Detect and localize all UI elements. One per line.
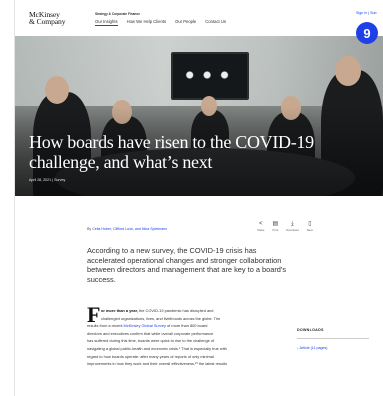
- share-button[interactable]: < Share: [257, 221, 264, 232]
- body-line-8: improvements in how they work and their …: [87, 361, 228, 367]
- article-date-type: April 28, 2021 | Survey: [29, 178, 66, 182]
- survey-link[interactable]: McKinsey Global Survey: [124, 323, 166, 328]
- download-article-link[interactable]: ↓ Article (11 pages): [297, 346, 369, 350]
- body-lead-in: or more than a year,: [101, 308, 138, 313]
- body-line-1-rest: the COVID-19 pandemic has disrupted and: [137, 308, 214, 313]
- nav-contact-us[interactable]: Contact Us: [205, 19, 226, 26]
- save-label: Save: [306, 228, 314, 232]
- logo[interactable]: McKinsey & Company: [29, 10, 66, 27]
- save-icon: ▯: [308, 221, 312, 227]
- hero-monitor: [171, 52, 249, 100]
- body-line-6: navigating a global public-health and ec…: [87, 345, 227, 351]
- print-label: Print: [272, 228, 279, 232]
- downloads-divider: [297, 338, 369, 339]
- article-title: How boards have risen to the COVID-19 ch…: [29, 132, 314, 172]
- body-line-5: has suffered during this time, boards we…: [87, 338, 215, 344]
- hero-head-far-right: [335, 56, 361, 86]
- nav-our-people[interactable]: Our People: [175, 19, 196, 26]
- nav-how-we-help-clients[interactable]: How We Help Clients: [127, 19, 167, 26]
- notification-badge[interactable]: 9: [356, 22, 378, 44]
- print-button[interactable]: ▤ Print: [272, 221, 278, 232]
- print-icon: ▤: [272, 221, 279, 227]
- body-line-3-pre: results from a recent: [87, 323, 124, 329]
- body-line-3-post: of more than 800 board: [165, 323, 208, 329]
- downloads-panel: DOWNLOADS ↓ Article (11 pages): [297, 328, 369, 350]
- body-line-7: regard to how boards operate: after many…: [87, 353, 214, 359]
- nav-eyebrow[interactable]: Strategy & Corporate Finance: [95, 12, 140, 16]
- hero-image: How boards have risen to the COVID-19 ch…: [15, 36, 383, 196]
- nav-our-insights[interactable]: Our Insights: [95, 19, 118, 26]
- download-button[interactable]: ⤓ Download: [286, 221, 298, 232]
- article-summary: According to a new survey, the COVID-19 …: [87, 246, 287, 284]
- byline: By Celia Huber, Clifford Lusk, and Nina …: [87, 227, 167, 231]
- share-icon: <: [258, 221, 263, 227]
- download-icon: ⤓: [291, 221, 294, 227]
- save-button[interactable]: ▯ Save: [307, 221, 313, 232]
- nav-links: Our Insights How We Help Clients Our Peo…: [95, 19, 226, 26]
- page: McKinsey & Company Strategy & Corporate …: [0, 0, 383, 396]
- body-line-2: challenged organizations, lives, and liv…: [101, 315, 221, 321]
- share-label: Share: [257, 228, 265, 232]
- article-body: or more than a year, the COVID-19 pandem…: [87, 307, 283, 368]
- body-line-3: results from a recent McKinsey Global Su…: [87, 322, 283, 330]
- hero-head-left: [45, 76, 69, 104]
- article-frame: McKinsey & Company Strategy & Corporate …: [14, 0, 383, 396]
- byline-prefix: By: [87, 227, 92, 231]
- downloads-heading: DOWNLOADS: [297, 328, 324, 332]
- top-navigation: McKinsey & Company Strategy & Corporate …: [15, 0, 383, 36]
- byline-authors[interactable]: Celia Huber, Clifford Lusk, and Nina Spi…: [92, 227, 167, 231]
- body-line-1: or more than a year, the COVID-19 pandem…: [87, 307, 283, 315]
- body-line-4: directors and executives confirm that wh…: [87, 330, 214, 336]
- share-tools: < Share ▤ Print ⤓ Download ▯ Save: [257, 221, 313, 232]
- logo-line-2: & Company: [29, 17, 66, 27]
- download-label: Download: [286, 228, 299, 232]
- sign-in-link[interactable]: Sign In | Sub: [356, 11, 377, 15]
